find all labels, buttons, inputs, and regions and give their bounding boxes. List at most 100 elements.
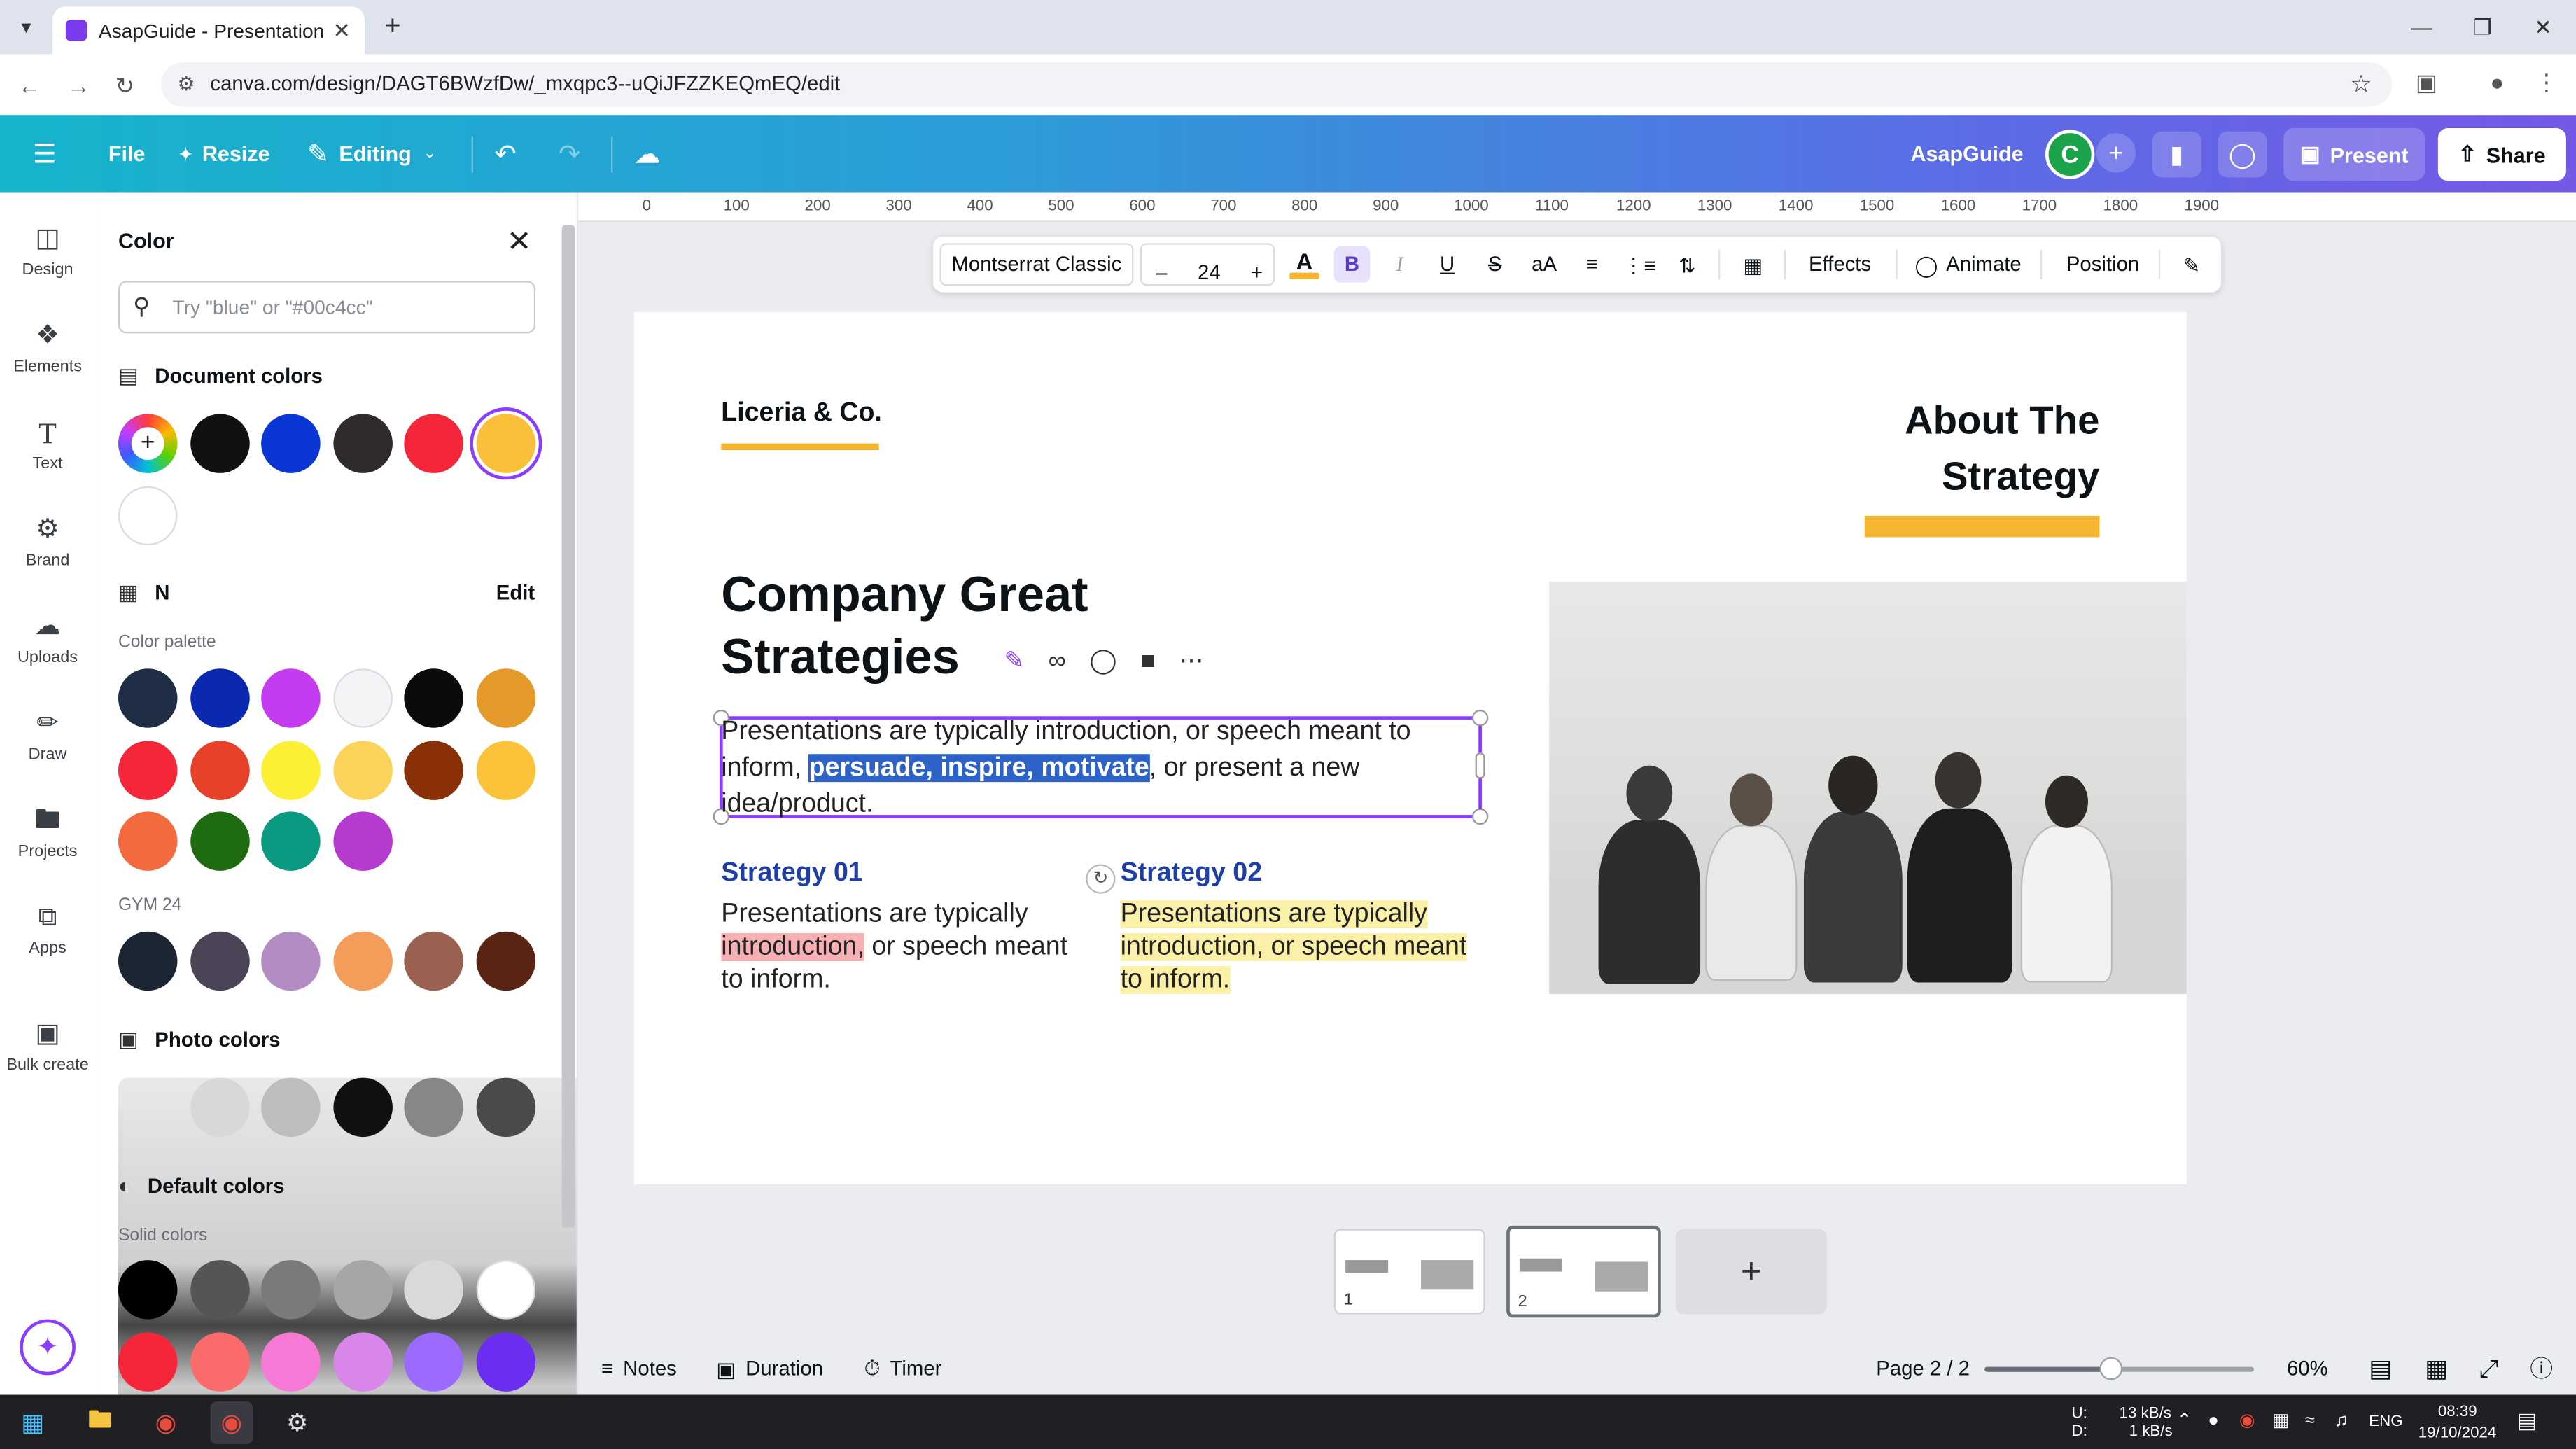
volume-icon[interactable]: ♫: [2334, 1412, 2348, 1431]
close-window-icon[interactable]: ✕: [2525, 11, 2561, 44]
palette-color-swatch[interactable]: [332, 740, 393, 799]
color-search-field[interactable]: ⚲: [118, 281, 536, 334]
document-color-swatch[interactable]: [118, 485, 178, 545]
rail-item-draw[interactable]: ✏ Draw: [0, 696, 95, 782]
rail-item-design[interactable]: ◫ Design: [0, 212, 95, 298]
close-panel-icon[interactable]: ✕: [503, 225, 536, 258]
palette-color-swatch[interactable]: [405, 668, 464, 728]
bulleted-list-icon[interactable]: ⋮≡: [1621, 237, 1658, 293]
animate-button[interactable]: ◯ Animate: [1909, 237, 2027, 293]
strikethrough-icon[interactable]: S: [1477, 237, 1513, 293]
rail-item-text[interactable]: T Text: [0, 406, 95, 491]
browser-menu-kebab-icon[interactable]: ⋮: [2530, 69, 2563, 102]
panel-scrollbar[interactable]: [561, 202, 575, 1385]
palette-color-swatch[interactable]: [332, 668, 393, 728]
rail-item-uploads[interactable]: ☁ Uploads: [0, 600, 95, 685]
minimize-window-icon[interactable]: —: [2404, 11, 2440, 44]
solid-color-swatch[interactable]: [190, 1260, 249, 1320]
text-color-button[interactable]: A: [1284, 237, 1324, 293]
tab-list-chevron-icon[interactable]: ▼: [10, 11, 43, 44]
brand-name-text[interactable]: Liceria & Co.: [721, 399, 882, 428]
strategy-02-text[interactable]: Presentations are typically introduction…: [1120, 899, 1482, 997]
gym-color-swatch[interactable]: [261, 931, 321, 991]
magic-write-icon[interactable]: ✎: [1004, 645, 1025, 676]
clock-time[interactable]: 08:39: [2438, 1403, 2477, 1421]
chrome-icon[interactable]: ◉: [145, 1401, 188, 1444]
chrome-active-icon[interactable]: ◉: [210, 1401, 253, 1444]
font-family-dropdown[interactable]: Montserrat Classic: [939, 243, 1134, 286]
zoom-level[interactable]: 60%: [2287, 1342, 2328, 1394]
accent-bar[interactable]: [1864, 515, 2100, 538]
language-indicator[interactable]: ENG: [2369, 1413, 2402, 1431]
page-indicator[interactable]: Page 2 / 2: [1876, 1342, 1970, 1394]
redo-button[interactable]: ↷: [559, 115, 580, 192]
page-thumbnail-2[interactable]: 2: [1506, 1225, 1661, 1318]
document-color-swatch[interactable]: [476, 414, 536, 473]
zoom-slider-knob[interactable]: [2099, 1357, 2123, 1380]
comments-icon[interactable]: ◯: [2218, 131, 2267, 178]
palette-color-swatch[interactable]: [476, 740, 536, 799]
omnibox[interactable]: ⚙ canva.com/design/DAGT6BWzfDw/_mxqpc3--…: [161, 62, 2393, 107]
font-size-value[interactable]: 24: [1181, 245, 1237, 301]
solid-color-swatch[interactable]: [332, 1260, 393, 1320]
decrease-size-icon[interactable]: –: [1145, 245, 1178, 301]
photo-color-swatch[interactable]: [190, 1077, 249, 1138]
line-spacing-icon[interactable]: ⇅: [1669, 237, 1705, 293]
strategy-02-title[interactable]: Strategy 02: [1121, 859, 1262, 888]
solid-color-swatch[interactable]: [476, 1331, 536, 1391]
link-icon[interactable]: ∞: [1049, 647, 1066, 675]
site-info-icon[interactable]: ⚙: [177, 72, 195, 95]
palette-color-swatch[interactable]: [476, 668, 536, 728]
solid-color-swatch[interactable]: [261, 1260, 321, 1320]
slide-page[interactable]: Liceria & Co. About The Strategy Company…: [634, 312, 2187, 1185]
rotate-handle-icon[interactable]: ↻: [1086, 864, 1116, 894]
solid-color-swatch[interactable]: [332, 1331, 393, 1391]
help-icon[interactable]: ⓘ: [2530, 1342, 2553, 1394]
url-text[interactable]: canva.com/design/DAGT6BWzfDw/_mxqpc3--uQ…: [210, 72, 840, 95]
palette-color-swatch[interactable]: [190, 668, 249, 728]
photo-color-swatch[interactable]: [261, 1077, 321, 1138]
notifications-icon[interactable]: ▤: [2517, 1410, 2538, 1432]
app-icon[interactable]: ⚙: [276, 1401, 318, 1444]
solid-color-swatch[interactable]: [118, 1260, 178, 1320]
document-color-swatch[interactable]: [261, 414, 321, 473]
zoom-slider[interactable]: [1984, 1357, 2255, 1380]
present-button[interactable]: ▣ Present: [2283, 128, 2426, 181]
palette-color-swatch[interactable]: [118, 668, 178, 728]
palette-color-swatch[interactable]: [190, 740, 249, 799]
palette-color-swatch[interactable]: [261, 668, 321, 728]
recording-icon[interactable]: ◉: [2239, 1412, 2255, 1431]
back-arrow-icon[interactable]: ←: [13, 69, 46, 102]
extensions-puzzle-icon[interactable]: ▣: [2410, 69, 2443, 102]
invite-plus-icon[interactable]: +: [2096, 133, 2136, 173]
share-button[interactable]: ⇧ Share: [2437, 128, 2566, 181]
rail-item-projects[interactable]: 🖿 Projects: [0, 794, 95, 879]
rail-item-brand[interactable]: ⚙ Brand: [0, 503, 95, 588]
color-search-input[interactable]: [172, 292, 518, 323]
magic-sparkle-icon[interactable]: ✦: [20, 1319, 76, 1376]
solid-color-swatch[interactable]: [190, 1331, 249, 1391]
team-name[interactable]: AsapGuide: [1910, 115, 2023, 192]
add-color-swatch[interactable]: +: [118, 414, 178, 473]
new-tab-plus-icon[interactable]: +: [376, 10, 409, 43]
close-tab-icon[interactable]: ✕: [328, 18, 355, 44]
bold-icon[interactable]: B: [1334, 246, 1371, 283]
body-paragraph[interactable]: Presentations are typically introduction…: [721, 715, 1477, 823]
editing-mode-dropdown[interactable]: ✎ Editing ⌄: [307, 115, 437, 192]
forward-arrow-icon[interactable]: →: [62, 69, 95, 102]
gym-color-swatch[interactable]: [190, 931, 249, 991]
letter-case-icon[interactable]: aA: [1525, 237, 1564, 293]
palette-color-swatch[interactable]: [118, 740, 178, 799]
solid-color-swatch[interactable]: [476, 1260, 536, 1320]
transparency-checker-icon[interactable]: ▦: [1735, 237, 1771, 293]
restore-window-icon[interactable]: ❐: [2464, 11, 2500, 44]
tray-chevron-icon[interactable]: ⌃: [2177, 1412, 2192, 1431]
cloud-save-status[interactable]: ☁: [634, 115, 661, 192]
document-color-swatch[interactable]: [190, 414, 249, 473]
user-avatar[interactable]: C: [2045, 130, 2095, 179]
italic-icon[interactable]: I: [1382, 237, 1418, 293]
palette-color-swatch[interactable]: [332, 811, 393, 871]
increase-size-icon[interactable]: +: [1240, 245, 1273, 301]
rail-item-elements[interactable]: ❖ Elements: [0, 309, 95, 394]
insights-chart-icon[interactable]: ▮: [2152, 131, 2202, 178]
